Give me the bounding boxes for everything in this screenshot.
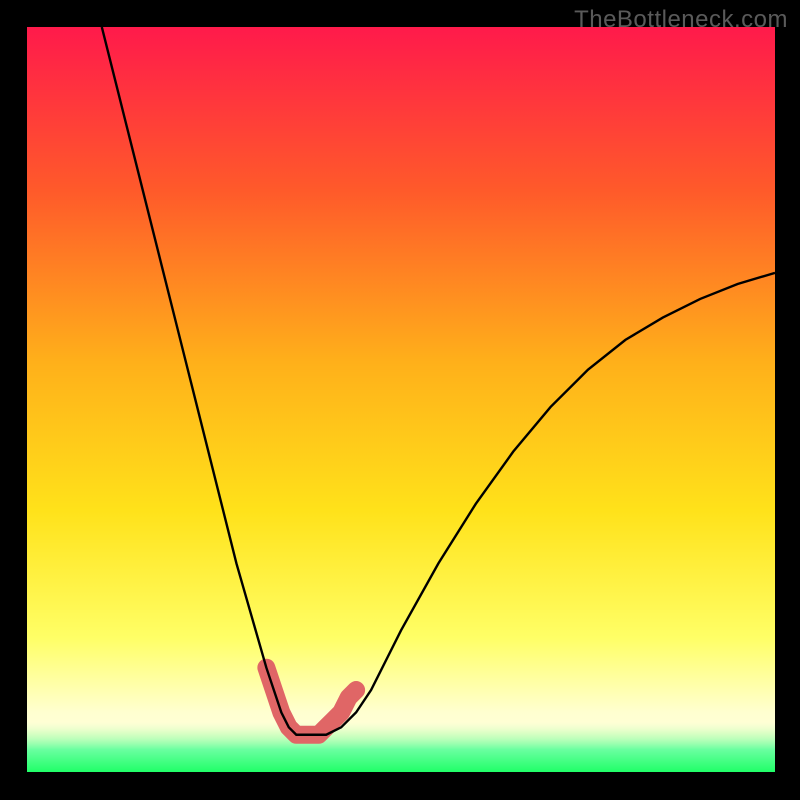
- chart-background: [27, 27, 775, 772]
- chart-frame: TheBottleneck.com: [0, 0, 800, 800]
- green-bottom-band: [27, 722, 775, 772]
- watermark-text: TheBottleneck.com: [574, 6, 788, 34]
- bottleneck-chart: [27, 27, 775, 772]
